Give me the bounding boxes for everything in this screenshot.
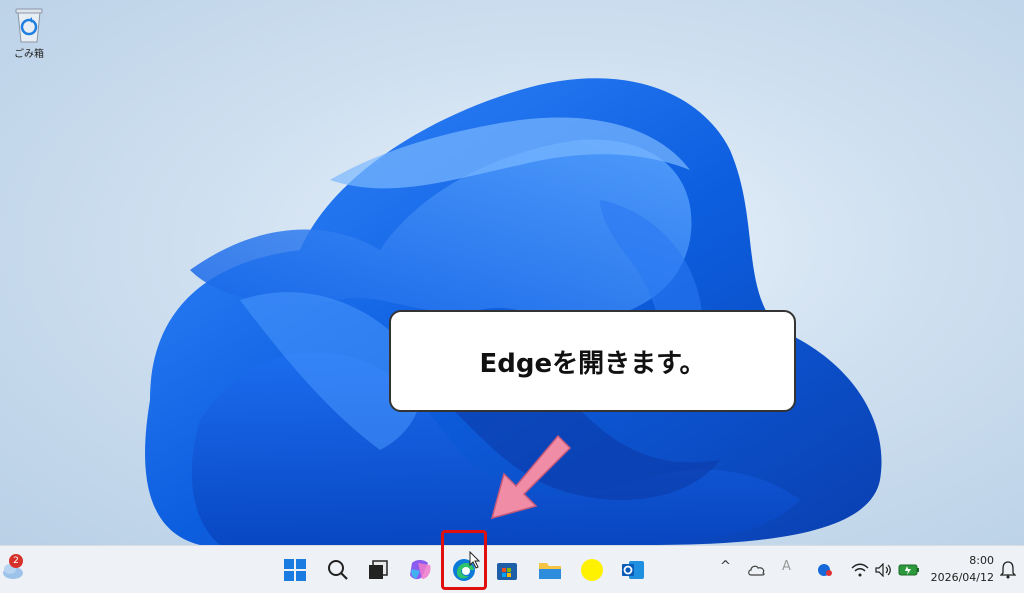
battery-button[interactable] <box>896 558 922 582</box>
notifications-button[interactable] <box>996 558 1020 582</box>
notification-badge: 2 <box>9 554 23 568</box>
onedrive-button[interactable] <box>744 558 770 582</box>
task-view-icon <box>369 560 388 579</box>
yellow-circle-icon <box>581 559 603 581</box>
volume-button[interactable] <box>872 558 896 582</box>
onedrive-icon <box>748 565 765 576</box>
folder-icon <box>539 563 561 579</box>
desktop: ごみ箱 Edgeを開きます。 <box>0 0 1024 545</box>
speaker-icon <box>875 563 891 577</box>
instruction-callout: Edgeを開きます。 <box>389 310 796 412</box>
show-hidden-icons[interactable]: ^ <box>720 559 731 574</box>
ime-indicator[interactable]: A <box>782 559 791 574</box>
file-explorer-button[interactable] <box>534 554 566 586</box>
outlook-button[interactable] <box>617 554 649 586</box>
outlook-icon <box>622 561 644 579</box>
recycle-bin-icon <box>12 6 46 44</box>
search-button[interactable] <box>322 554 354 586</box>
pointer-arrow-icon <box>490 434 572 520</box>
bell-icon <box>1000 561 1016 579</box>
store-button[interactable] <box>491 554 523 586</box>
yellow-app-button[interactable] <box>576 554 608 586</box>
task-view-button[interactable] <box>362 554 394 586</box>
taskbar: 2 ^ A 8:00 2026/04/12 <box>0 545 1024 593</box>
clock[interactable]: 8:00 2026/04/12 <box>931 552 994 586</box>
copilot-button[interactable] <box>404 554 436 586</box>
copilot-icon <box>410 560 431 580</box>
mouse-cursor-icon <box>469 551 481 569</box>
clock-date: 2026/04/12 <box>930 571 994 584</box>
blue-dot-icon <box>818 564 832 576</box>
clock-time: 8:00 <box>969 554 994 567</box>
tray-app-button[interactable] <box>812 558 838 582</box>
callout-text: Edgeを開きます。 <box>479 348 706 379</box>
windows-icon <box>284 559 306 581</box>
battery-icon <box>898 564 919 576</box>
search-icon <box>328 560 348 580</box>
wifi-icon <box>851 563 869 577</box>
recycle-bin-label: ごみ箱 <box>14 49 44 60</box>
recycle-bin[interactable]: ごみ箱 <box>8 6 50 60</box>
start-button[interactable] <box>279 554 311 586</box>
store-icon <box>497 563 517 580</box>
network-button[interactable] <box>848 558 872 582</box>
